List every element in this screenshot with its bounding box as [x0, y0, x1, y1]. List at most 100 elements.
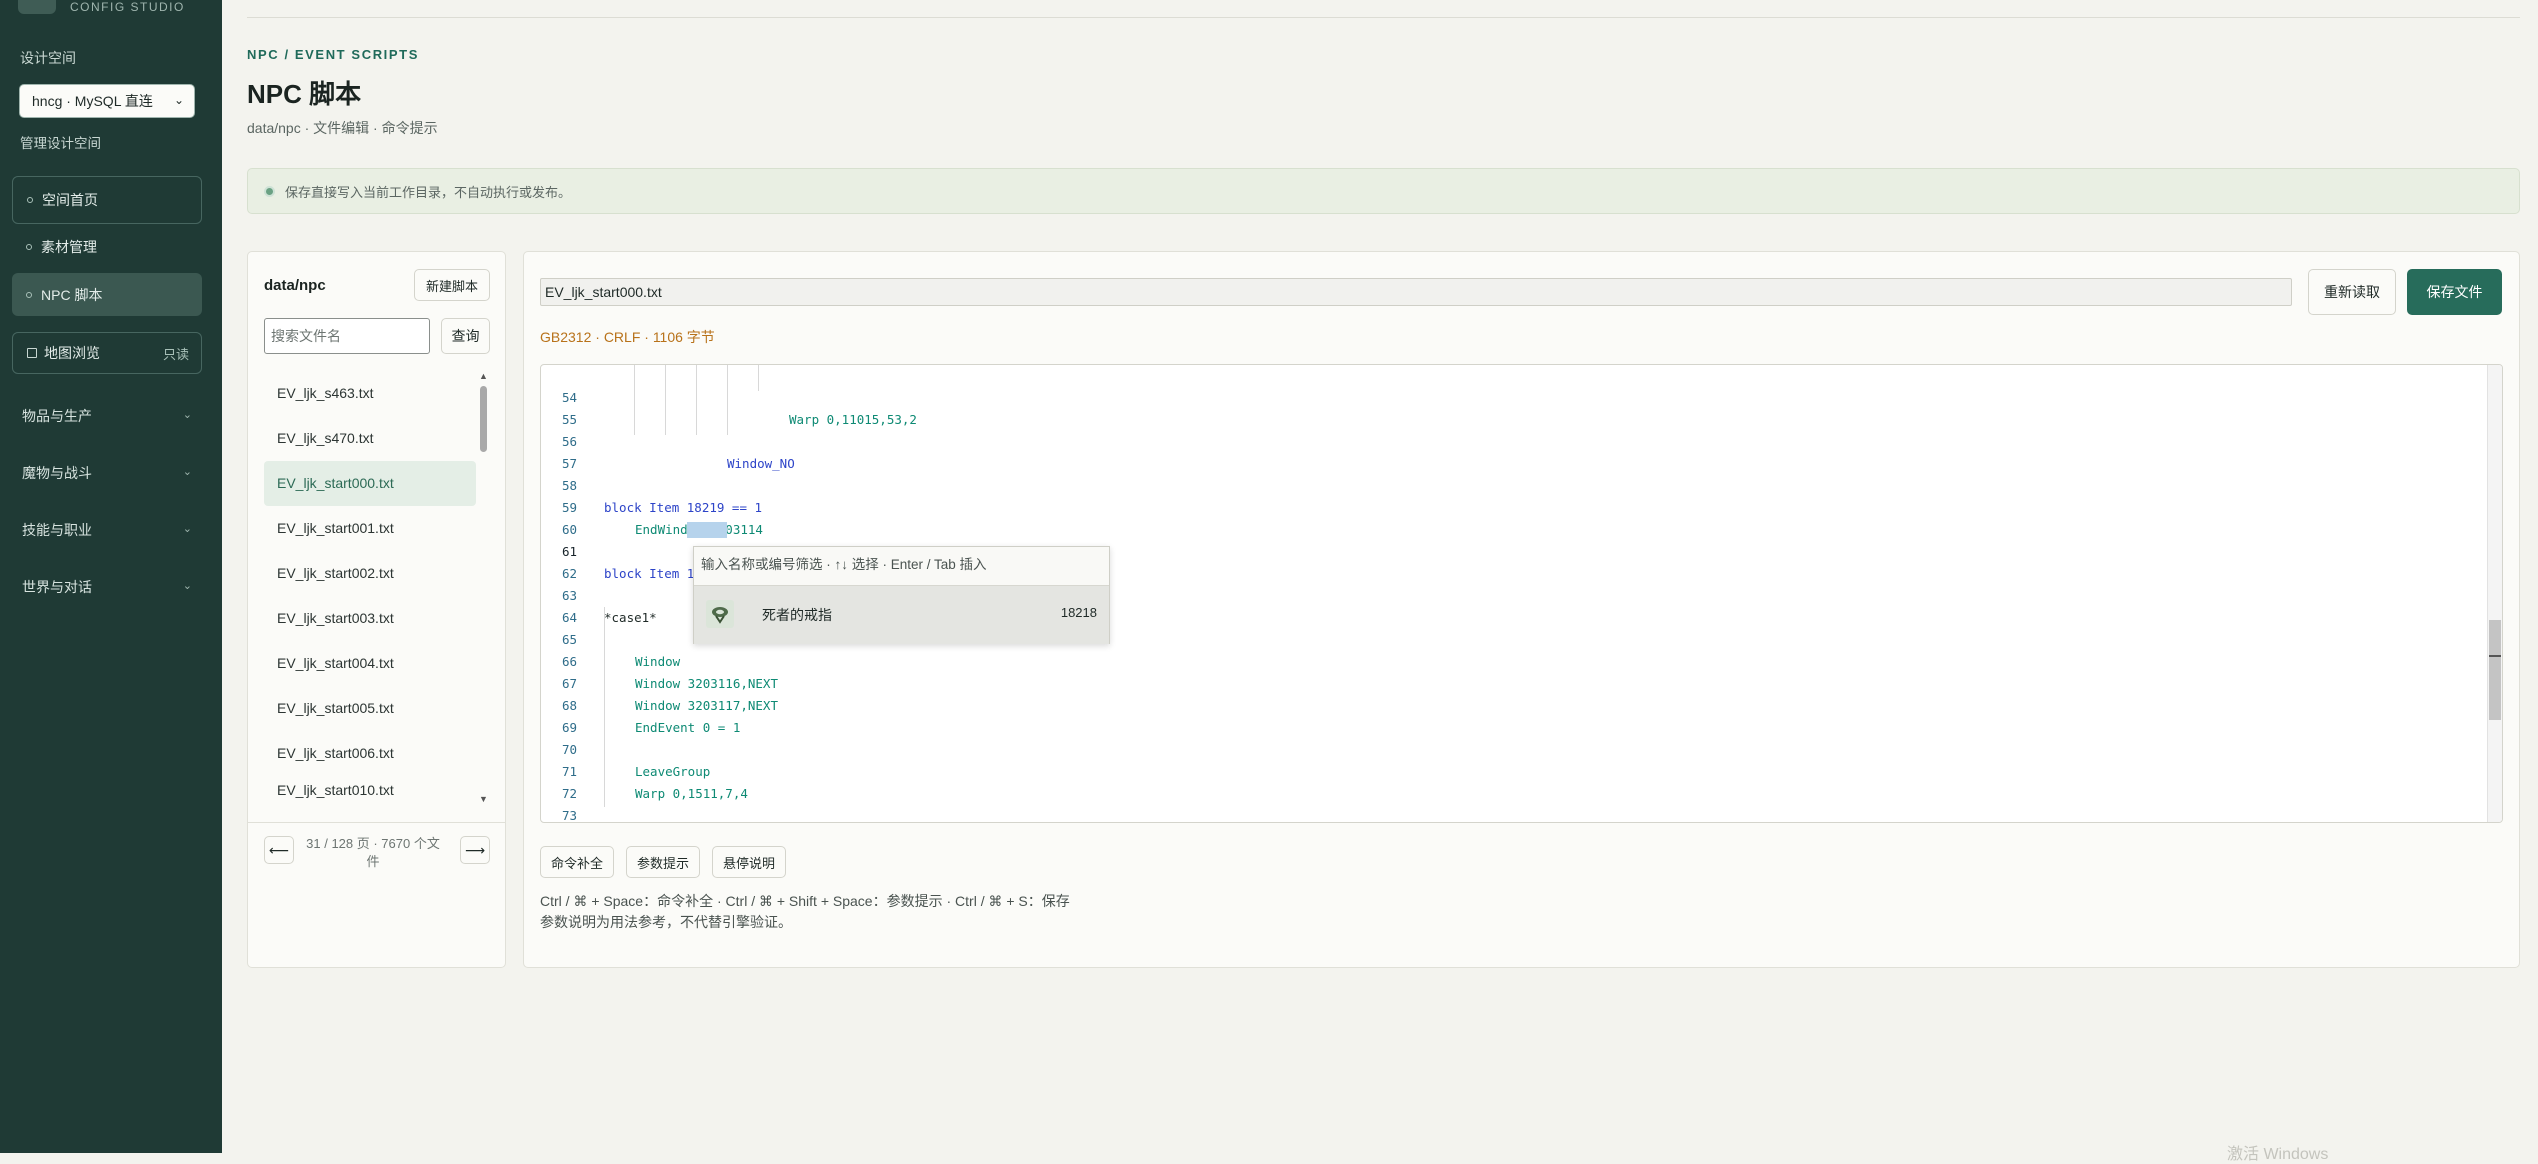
nav-label: NPC 脚本	[41, 286, 103, 303]
command-complete-button[interactable]: 命令补全	[540, 846, 614, 878]
file-panel: data/npc 新建脚本 查询 EV_ljk_s463.txt EV_ljk_…	[247, 251, 506, 968]
code-line: 70 LeaveGroup	[541, 717, 2471, 779]
file-panel-divider	[248, 822, 505, 823]
shortcut-help: Ctrl / ⌘ + Space：命令补全 · Ctrl / ⌘ + Shift…	[540, 893, 1070, 909]
file-item[interactable]: EV_ljk_s463.txt	[264, 371, 476, 416]
editor-scroll-thumb[interactable]	[2489, 620, 2501, 720]
code-line: 67 Window 3203117,NEXT	[541, 651, 2471, 713]
file-list: EV_ljk_s463.txt EV_ljk_s470.txt EV_ljk_s…	[264, 371, 476, 804]
ring-item-icon	[706, 600, 734, 628]
arrow-right-icon: ⟶	[464, 841, 486, 858]
file-panel-title: data/npc	[264, 277, 326, 294]
chevron-down-icon: ⌄	[182, 466, 192, 478]
readonly-badge: 只读	[162, 346, 189, 362]
param-hint-button[interactable]: 参数提示	[626, 846, 700, 878]
editor-panel: EV_ljk_start000.txt 重新读取 保存文件 GB2312 · C…	[523, 251, 2520, 968]
file-item[interactable]: EV_ljk_start003.txt	[264, 596, 476, 641]
notice-banner: 保存直接写入当前工作目录，不自动执行或发布。	[247, 168, 2520, 214]
file-item-selected[interactable]: EV_ljk_start000.txt	[264, 461, 476, 506]
breadcrumb: NPC / EVENT SCRIPTS	[247, 47, 419, 62]
autocomplete-popup: 输入名称或编号筛选 · ↑↓ 选择 · Enter / Tab 插入 死者的戒指…	[693, 546, 1110, 644]
nav-npc-scripts[interactable]: NPC 脚本	[12, 273, 202, 316]
group-skills-jobs[interactable]: 技能与职业 ⌄	[22, 520, 192, 540]
code-line: 60	[541, 497, 2471, 537]
next-page-button[interactable]: ⟶	[460, 836, 490, 864]
editor-scrollbar[interactable]	[2487, 365, 2502, 822]
file-item[interactable]: EV_ljk_start004.txt	[264, 641, 476, 686]
file-item[interactable]: EV_ljk_start002.txt	[264, 551, 476, 596]
space-select-value: hncg · MySQL 直连	[32, 93, 153, 109]
code-line: 71 Warp 0,1511,7,4	[541, 739, 2471, 801]
nav-map-browse[interactable]: 地图浏览 只读	[12, 332, 202, 374]
scroll-thumb[interactable]	[480, 386, 487, 452]
manage-space-link[interactable]: 管理设计空间	[20, 132, 101, 152]
filename-field[interactable]: EV_ljk_start000.txt	[540, 278, 2292, 306]
file-item[interactable]: EV_ljk_start005.txt	[264, 686, 476, 731]
code-line: 57	[541, 431, 2471, 471]
code-line: 55	[541, 387, 2471, 427]
file-item[interactable]: EV_ljk_start010.txt	[264, 776, 476, 804]
code-line: 59 EndWindow 3203114	[541, 475, 2471, 537]
code-line: 61 block Item 18218 >= 1	[541, 519, 2471, 581]
code-line: 69	[541, 695, 2471, 735]
chevron-down-icon: ⌄	[182, 523, 192, 535]
file-search-input[interactable]	[264, 318, 430, 354]
code-line: 54 Warp 0,11015,53,2	[541, 365, 2471, 427]
dot-icon	[26, 244, 32, 250]
scroll-up-arrow-icon[interactable]: ▲	[479, 371, 488, 381]
map-icon	[27, 348, 37, 358]
file-item[interactable]: EV_ljk_start001.txt	[264, 506, 476, 551]
pager-text: 31 / 128 页 · 7670 个文件	[306, 836, 440, 869]
sidebar: CONFIG STUDIO 设计空间 hncg · MySQL 直连 ⌄ 管理设…	[0, 0, 222, 1153]
dot-icon	[27, 197, 33, 203]
autocomplete-item-name: 死者的戒指	[762, 607, 832, 623]
chevron-down-icon: ⌄	[173, 93, 184, 107]
autocomplete-item-id: 18218	[1060, 605, 1097, 620]
brand-logo	[18, 0, 56, 14]
code-line: 74 block	[541, 805, 2471, 822]
page-title: NPC 脚本	[247, 79, 362, 109]
group-world-dialog[interactable]: 世界与对话 ⌄	[22, 577, 192, 597]
group-label: 技能与职业	[22, 522, 92, 538]
autocomplete-item[interactable]: 死者的戒指 18218	[694, 585, 1109, 644]
dot-icon	[26, 291, 32, 298]
scroll-down-arrow-icon[interactable]: ▼	[479, 794, 488, 804]
selection-highlight	[687, 522, 727, 538]
chevron-down-icon: ⌄	[182, 409, 192, 421]
prev-page-button[interactable]: ⟵	[264, 836, 294, 864]
code-line: 72	[541, 761, 2471, 801]
arrow-left-icon: ⟵	[268, 841, 290, 858]
save-file-button[interactable]: 保存文件	[2407, 269, 2502, 315]
code-line: 73	[541, 783, 2471, 822]
file-meta: GB2312 · CRLF · 1106 字节	[540, 329, 715, 345]
group-monsters-combat[interactable]: 魔物与战斗 ⌄	[22, 463, 192, 483]
code-line: 68 EndEvent 0 = 1	[541, 673, 2471, 735]
nav-assets[interactable]: 素材管理	[12, 232, 202, 262]
group-items-production[interactable]: 物品与生产 ⌄	[22, 406, 192, 426]
group-label: 魔物与战斗	[22, 465, 92, 481]
file-list-scrollbar[interactable]: ▲ ▼	[477, 371, 489, 804]
chevron-down-icon: ⌄	[182, 580, 192, 592]
hover-help-button[interactable]: 悬停说明	[712, 846, 786, 878]
code-line: 56 Window_NO	[541, 409, 2471, 471]
nav-label: 地图浏览	[44, 345, 100, 361]
design-space-label: 设计空间	[20, 50, 76, 66]
group-label: 世界与对话	[22, 579, 92, 595]
brand-subtitle: CONFIG STUDIO	[70, 0, 185, 14]
nav-space-home[interactable]: 空间首页	[12, 176, 202, 224]
page-subtitle: data/npc · 文件编辑 · 命令提示	[247, 120, 438, 136]
file-item[interactable]: EV_ljk_s470.txt	[264, 416, 476, 461]
new-script-button[interactable]: 新建脚本	[414, 269, 490, 301]
nav-label: 素材管理	[41, 239, 97, 255]
top-divider	[247, 17, 2520, 18]
windows-activation-watermark: 激活 Windows	[2227, 1146, 2329, 1163]
file-item[interactable]: EV_ljk_start006.txt	[264, 731, 476, 776]
reload-button[interactable]: 重新读取	[2308, 269, 2396, 315]
code-line: 58 block Item 18219 == 1	[541, 453, 2471, 515]
space-select[interactable]: hncg · MySQL 直连 ⌄	[19, 84, 195, 118]
code-editor[interactable]: 54 Warp 0,11015,53,2 55 56 Window_NO 57 …	[540, 364, 2503, 823]
param-note: 参数说明为用法参考，不代替引擎验证。	[540, 914, 792, 930]
cursor-position-marker	[2489, 655, 2501, 657]
search-button[interactable]: 查询	[441, 318, 490, 354]
nav-label: 空间首页	[42, 192, 98, 208]
